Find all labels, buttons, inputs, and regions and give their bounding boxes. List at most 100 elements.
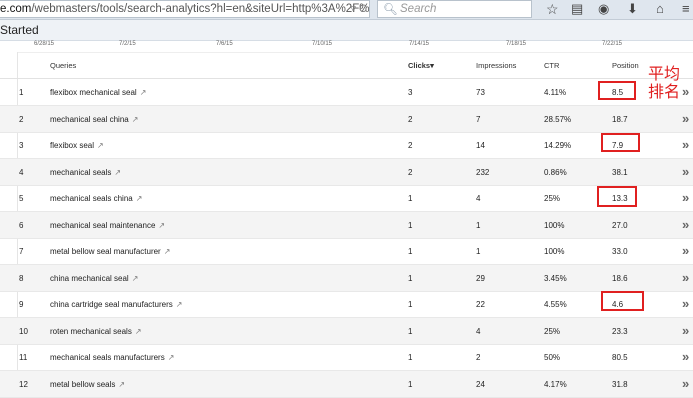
query-text[interactable]: china mechanical seal xyxy=(50,274,129,283)
highlight-box xyxy=(601,291,644,311)
query-cell[interactable]: flexibox mechanical seal ↗ xyxy=(50,88,146,97)
pocket-icon[interactable]: ◉ xyxy=(598,1,609,17)
impressions-cell: 7 xyxy=(476,114,481,124)
query-text[interactable]: mechanical seals xyxy=(50,168,111,177)
query-text[interactable]: roten mechanical seals xyxy=(50,327,132,336)
table-row[interactable]: 10 roten mechanical seals ↗ 1 4 25% 23.3 » xyxy=(0,317,693,345)
header-impressions[interactable]: Impressions xyxy=(476,61,516,70)
position-cell: 18.7 xyxy=(612,114,628,124)
external-link-icon[interactable]: ↗ xyxy=(140,88,147,97)
row-expand-icon[interactable]: » xyxy=(682,376,689,391)
external-link-icon[interactable]: ↗ xyxy=(132,115,139,124)
query-cell[interactable]: mechanical seals china ↗ xyxy=(50,194,142,203)
position-cell: 27.0 xyxy=(612,220,628,230)
row-expand-icon[interactable]: » xyxy=(682,111,689,126)
table-row[interactable]: 6 mechanical seal maintenance ↗ 1 1 100% 27.0 » xyxy=(0,211,693,239)
header-clicks-label: Clicks xyxy=(408,61,431,70)
table-row[interactable]: 5 mechanical seals china ↗ 1 4 25% 13.3» xyxy=(0,185,693,212)
query-text[interactable]: metal bellow seal manufacturer xyxy=(50,247,161,256)
table-row[interactable]: 7 metal bellow seal manufacturer ↗ 1 1 100% 33… xyxy=(0,238,693,265)
query-cell[interactable]: roten mechanical seals ↗ xyxy=(50,327,142,336)
row-number: 6 xyxy=(19,220,24,230)
external-link-icon[interactable]: ↗ xyxy=(97,141,104,150)
row-expand-icon[interactable]: » xyxy=(682,270,689,285)
query-cell[interactable]: mechanical seal maintenance ↗ xyxy=(50,221,165,230)
url-controls[interactable]: ▿ C xyxy=(350,1,367,17)
external-link-icon[interactable]: ↗ xyxy=(135,327,142,336)
bookmarks-bar: Started xyxy=(0,20,693,41)
search-box[interactable]: 🔍︎ Search xyxy=(377,0,532,18)
header-queries[interactable]: Queries xyxy=(50,61,76,70)
query-text[interactable]: metal bellow seals xyxy=(50,380,115,389)
reading-list-icon[interactable]: ▤ xyxy=(571,1,583,17)
highlight-box xyxy=(597,186,637,207)
external-link-icon[interactable]: ↗ xyxy=(168,353,175,362)
row-number: 11 xyxy=(19,353,28,362)
external-link-icon[interactable]: ↗ xyxy=(114,168,121,177)
row-expand-icon[interactable]: » xyxy=(682,243,689,258)
table-row[interactable]: 9 china cartridge seal manufacturers ↗ 1 22 4… xyxy=(0,291,693,318)
ctr-cell: 4.55% xyxy=(544,300,567,309)
url-domain: e.com xyxy=(0,3,32,15)
row-expand-icon[interactable]: » xyxy=(682,323,689,338)
query-cell[interactable]: flexibox seal ↗ xyxy=(50,141,104,150)
bookmark-getting-started[interactable]: Started xyxy=(0,23,39,37)
external-link-icon[interactable]: ↗ xyxy=(118,380,125,389)
annotation-average-rank: 平均排名 xyxy=(648,64,681,101)
row-expand-icon[interactable]: » xyxy=(682,137,689,152)
table-row[interactable]: 12 metal bellow seals ↗ 1 24 4.17% 31.8 » xyxy=(0,370,693,398)
query-text[interactable]: mechanical seal maintenance xyxy=(50,221,155,230)
row-expand-icon[interactable]: » xyxy=(682,190,689,205)
table-row[interactable]: 8 china mechanical seal ↗ 1 29 3.45% 18.6 » xyxy=(0,264,693,292)
home-icon[interactable]: ⌂ xyxy=(656,1,664,17)
download-icon[interactable]: ⬇ xyxy=(627,1,638,17)
table-row[interactable]: 3 flexibox seal ↗ 2 14 14.29% 7.9» xyxy=(0,132,693,159)
query-cell[interactable]: china mechanical seal ↗ xyxy=(50,274,138,283)
query-cell[interactable]: china cartridge seal manufacturers ↗ xyxy=(50,300,182,309)
query-text[interactable]: china cartridge seal manufacturers xyxy=(50,300,173,309)
timeline-date: 7/18/15 xyxy=(506,41,527,47)
clicks-cell: 2 xyxy=(408,167,413,177)
query-cell[interactable]: metal bellow seal manufacturer ↗ xyxy=(50,247,170,256)
highlight-box xyxy=(598,81,636,100)
external-link-icon[interactable]: ↗ xyxy=(158,221,165,230)
external-link-icon[interactable]: ↗ xyxy=(136,194,143,203)
table-row[interactable]: 11 mechanical seals manufacturers ↗ 1 2 50% 80… xyxy=(0,344,693,371)
timeline-date: 7/6/15 xyxy=(216,41,233,47)
header-position[interactable]: Position xyxy=(612,61,639,70)
row-expand-icon[interactable]: » xyxy=(682,217,689,232)
clicks-cell: 1 xyxy=(408,273,413,283)
menu-icon[interactable]: ≡ xyxy=(682,1,690,17)
sort-desc-icon: ▾ xyxy=(430,61,434,70)
query-cell[interactable]: metal bellow seals ↗ xyxy=(50,380,125,389)
clicks-cell: 1 xyxy=(408,326,413,336)
row-expand-icon[interactable]: » xyxy=(682,349,689,364)
header-clicks[interactable]: Clicks▾ xyxy=(408,61,434,70)
ctr-cell: 100% xyxy=(544,247,565,256)
position-cell: 31.8 xyxy=(612,379,628,389)
table-row[interactable]: 1 flexibox mechanical seal ↗ 3 73 4.11% 8.5» xyxy=(0,79,693,106)
external-link-icon[interactable]: ↗ xyxy=(132,274,139,283)
query-text[interactable]: flexibox seal xyxy=(50,141,94,150)
header-ctr[interactable]: CTR xyxy=(544,61,559,70)
url-bar[interactable]: e.com/webmasters/tools/search-analytics?… xyxy=(0,0,370,18)
impressions-cell: 1 xyxy=(476,247,481,256)
star-icon[interactable]: ☆ xyxy=(546,1,559,17)
query-cell[interactable]: mechanical seal china ↗ xyxy=(50,115,138,124)
impressions-cell: 2 xyxy=(476,353,481,362)
query-text[interactable]: mechanical seals china xyxy=(50,194,133,203)
query-cell[interactable]: mechanical seals ↗ xyxy=(50,168,121,177)
external-link-icon[interactable]: ↗ xyxy=(164,247,171,256)
row-expand-icon[interactable]: » xyxy=(682,296,689,311)
ctr-cell: 100% xyxy=(544,220,565,230)
clicks-cell: 2 xyxy=(408,141,413,150)
query-text[interactable]: flexibox mechanical seal xyxy=(50,88,137,97)
query-cell[interactable]: mechanical seals manufacturers ↗ xyxy=(50,353,174,362)
external-link-icon[interactable]: ↗ xyxy=(176,300,183,309)
query-text[interactable]: mechanical seal china xyxy=(50,115,129,124)
row-number: 1 xyxy=(19,88,24,97)
table-row[interactable]: 4 mechanical seals ↗ 2 232 0.86% 38.1 » xyxy=(0,158,693,186)
query-text[interactable]: mechanical seals manufacturers xyxy=(50,353,165,362)
table-row[interactable]: 2 mechanical seal china ↗ 2 7 28.57% 18.7 » xyxy=(0,105,693,133)
row-expand-icon[interactable]: » xyxy=(682,164,689,179)
